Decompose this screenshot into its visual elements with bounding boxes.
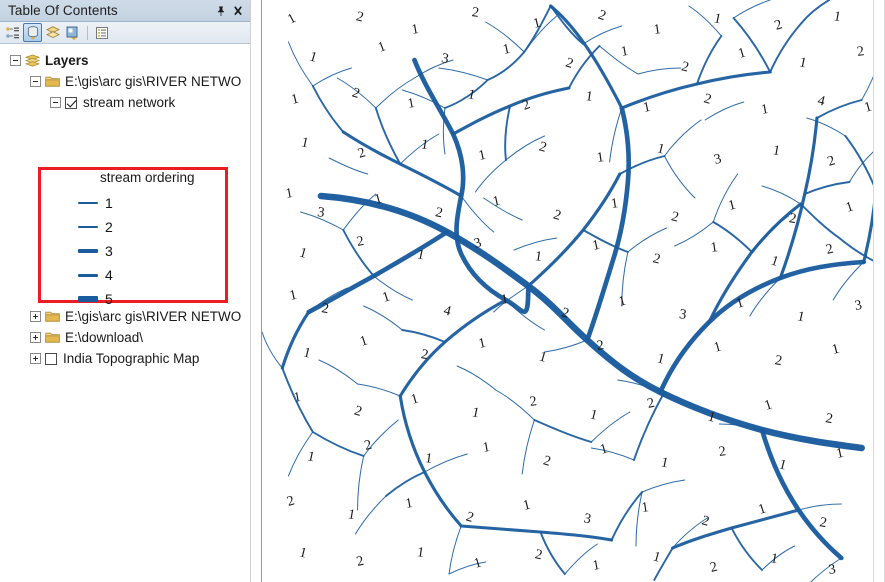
tree-label-group-river-network: E:\gis\arc gis\RIVER NETWO bbox=[65, 73, 242, 89]
tree-label-layers: Layers bbox=[45, 52, 89, 68]
list-by-drawing-order-icon[interactable] bbox=[3, 23, 22, 42]
map-right-margin bbox=[873, 0, 884, 582]
map-canvas[interactable]: 1 2 1 2 1 2 1 1 2 1 1 1 3 1 2 1 2 1 1 2 bbox=[262, 0, 885, 582]
expander-expand-icon[interactable] bbox=[30, 332, 41, 343]
close-icon[interactable] bbox=[229, 2, 246, 19]
pin-icon[interactable] bbox=[212, 2, 229, 19]
legend-item[interactable]: 2 bbox=[62, 215, 222, 239]
list-by-source-icon[interactable] bbox=[23, 23, 42, 42]
arcmap-window: Table Of Contents Layers E:\gis\arc gis\… bbox=[0, 0, 885, 582]
legend-label-4: 4 bbox=[105, 267, 113, 283]
tree-label-india-topographic-map: India Topographic Map bbox=[63, 350, 200, 366]
folder-icon bbox=[45, 310, 60, 323]
legend-symbology: stream ordering 1 2 3 4 5 bbox=[62, 170, 222, 311]
legend-line-swatch-2 bbox=[78, 225, 98, 229]
legend-label-3: 3 bbox=[105, 243, 113, 259]
legend-line-swatch-3 bbox=[78, 249, 98, 253]
panel-title: Table Of Contents bbox=[8, 3, 118, 18]
tree-row-group-river-network[interactable]: E:\gis\arc gis\RIVER NETWO bbox=[0, 71, 250, 92]
legend-item[interactable]: 1 bbox=[62, 191, 222, 215]
tree-row-stream-network[interactable]: stream network bbox=[0, 92, 250, 113]
expander-collapse-icon[interactable] bbox=[50, 97, 61, 108]
layers-tree[interactable]: Layers E:\gis\arc gis\RIVER NETWO stream… bbox=[0, 44, 250, 582]
list-by-visibility-icon[interactable] bbox=[43, 23, 62, 42]
layers-stack-icon bbox=[25, 54, 40, 68]
tree-label-stream-network: stream network bbox=[83, 94, 176, 110]
legend-label-5: 5 bbox=[105, 291, 113, 307]
toolbar-separator bbox=[87, 25, 88, 40]
tree-label-group-river-network-2: E:\gis\arc gis\RIVER NETWO bbox=[65, 308, 242, 324]
other-layers-group: E:\gis\arc gis\RIVER NETWO E:\download\ bbox=[0, 306, 250, 369]
layer-visibility-checkbox[interactable] bbox=[65, 96, 77, 109]
legend-item[interactable]: 4 bbox=[62, 263, 222, 287]
expander-expand-icon[interactable] bbox=[30, 311, 41, 322]
options-icon[interactable] bbox=[92, 23, 111, 42]
tree-row-layers[interactable]: Layers bbox=[0, 50, 250, 71]
list-by-selection-icon[interactable] bbox=[63, 23, 82, 42]
expander-collapse-icon[interactable] bbox=[30, 76, 41, 87]
toc-toolbar bbox=[0, 22, 250, 44]
expander-collapse-icon[interactable] bbox=[10, 55, 21, 66]
toc-title-bar: Table Of Contents bbox=[0, 0, 250, 22]
legend-line-swatch-4 bbox=[78, 273, 98, 277]
legend-line-swatch-5 bbox=[78, 296, 98, 302]
folder-icon bbox=[45, 331, 60, 344]
tree-row-group-river-network-2[interactable]: E:\gis\arc gis\RIVER NETWO bbox=[0, 306, 250, 327]
tree-row-india-topographic-map[interactable]: India Topographic Map bbox=[0, 348, 250, 369]
expander-expand-icon[interactable] bbox=[30, 353, 41, 364]
tree-row-group-download[interactable]: E:\download\ bbox=[0, 327, 250, 348]
panel-splitter[interactable] bbox=[250, 0, 262, 582]
legend-label-1: 1 bbox=[105, 195, 113, 211]
layer-visibility-checkbox[interactable] bbox=[45, 352, 57, 365]
legend-heading: stream ordering bbox=[100, 170, 195, 185]
legend-line-swatch-1 bbox=[78, 202, 98, 204]
stream-network-drawing: 1 2 1 2 1 2 1 1 2 1 1 1 3 1 2 1 2 1 1 2 bbox=[262, 0, 884, 582]
legend-label-2: 2 bbox=[105, 219, 113, 235]
table-of-contents-panel: Table Of Contents Layers E:\gis\arc gis\… bbox=[0, 0, 250, 582]
tree-label-group-download: E:\download\ bbox=[65, 329, 144, 345]
folder-icon bbox=[45, 75, 60, 88]
legend-item[interactable]: 3 bbox=[62, 239, 222, 263]
